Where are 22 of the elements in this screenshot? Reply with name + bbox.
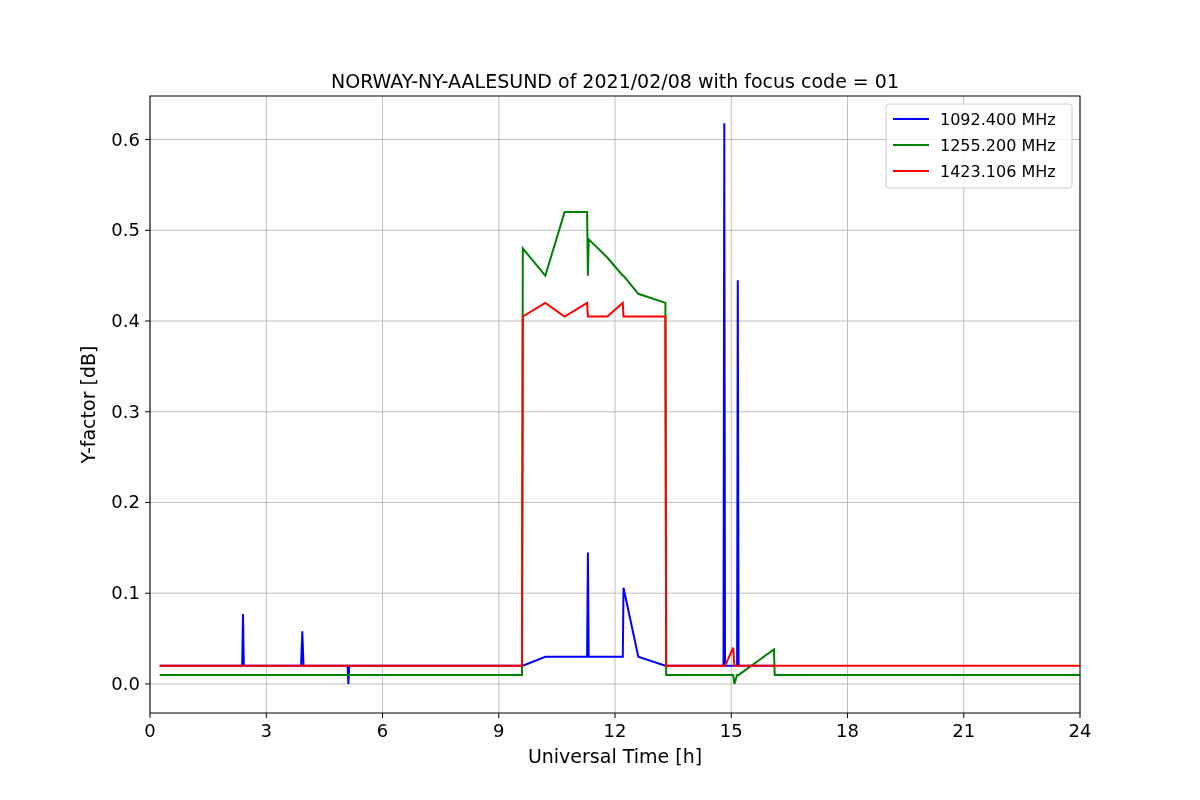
axis-label: Y-factor [dB] bbox=[77, 345, 99, 464]
chart-title: NORWAY-NY-AALESUND of 2021/02/08 with focus code = 01 bbox=[331, 70, 899, 92]
legend-label: 1092.400 MHz bbox=[940, 110, 1056, 129]
tick-label: 12 bbox=[603, 720, 627, 741]
tick-label: 0.0 bbox=[111, 672, 140, 694]
tick-label: 0.3 bbox=[111, 400, 140, 422]
tick-label: 0.1 bbox=[111, 582, 140, 604]
tick-label: 6 bbox=[376, 720, 389, 741]
tick-label: 0.5 bbox=[111, 219, 140, 241]
tick-label: 0 bbox=[144, 720, 156, 741]
tick-label: 24 bbox=[1068, 720, 1092, 741]
tick-label: 0.6 bbox=[111, 128, 140, 150]
tick-label: 9 bbox=[493, 720, 505, 741]
tick-label: 18 bbox=[836, 720, 859, 741]
tick-label: 0.4 bbox=[111, 310, 140, 331]
legend-label: 1255.200 MHz bbox=[940, 136, 1056, 155]
tick-label: 0.2 bbox=[111, 491, 140, 513]
tick-label: 3 bbox=[260, 720, 272, 741]
axis-label: Universal Time [h] bbox=[527, 745, 703, 767]
legend-label: 1423.106 MHz bbox=[940, 162, 1056, 181]
tick-label: 21 bbox=[952, 720, 976, 741]
tick-label: 15 bbox=[719, 720, 743, 741]
